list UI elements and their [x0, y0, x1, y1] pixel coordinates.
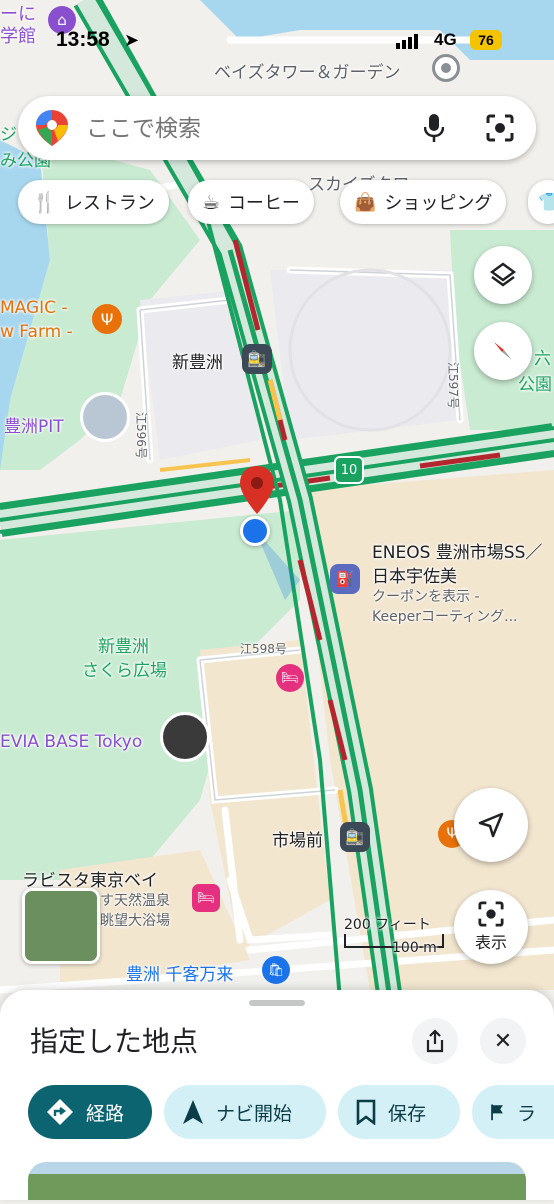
chip-shopping[interactable]: 👜 ショッピング [340, 180, 507, 224]
gas-station-icon[interactable]: ⛽ [330, 564, 360, 594]
map-label-hotel-detail: す天然温泉 [100, 893, 170, 909]
lens-camera-icon [478, 901, 504, 927]
network-type: 4G [434, 30, 457, 49]
map-label-building: ベイズタワー＆ガーデン [214, 63, 401, 83]
shopping-bag-icon[interactable]: 🛍 [262, 956, 290, 984]
save-button[interactable]: 保存 [338, 1085, 460, 1139]
show-label: 表示 [474, 933, 507, 952]
scale-meters: 100 m [392, 940, 437, 956]
map-label-road: 江598号 [240, 642, 287, 656]
map-label-gas-station-detail: クーポンを表示 - [372, 589, 480, 605]
place-pin-icon[interactable] [432, 54, 460, 82]
photo-trees [28, 1174, 526, 1200]
map-label-park: 公園 [518, 375, 552, 395]
map-label-restaurant: MAGIC - [0, 298, 68, 318]
shopping-bag-icon: 👜 [354, 191, 377, 213]
close-button[interactable]: ✕ [480, 1018, 526, 1064]
navigation-arrow-icon [183, 1100, 203, 1124]
lens-camera-icon[interactable] [484, 112, 516, 144]
compass-button[interactable] [474, 322, 532, 380]
map-label-gas-station: 日本宇佐美 [372, 567, 457, 587]
map-label-poi: 学館 [0, 26, 36, 47]
search-bar[interactable] [18, 96, 536, 160]
map-label-poi: 豊洲PIT [4, 417, 64, 437]
signal-icon [396, 34, 418, 49]
my-location-button[interactable] [454, 788, 528, 862]
start-navigation-label: ナビ開始 [216, 1102, 293, 1125]
place-photo-thumbnail[interactable] [80, 392, 130, 442]
directions-button[interactable]: 経路 [28, 1085, 152, 1139]
map-label-road: 江596号 [134, 412, 148, 459]
label-button-text: ラ [516, 1102, 536, 1125]
close-icon: ✕ [493, 1028, 513, 1054]
sheet-drag-handle[interactable] [249, 1000, 305, 1006]
directions-icon [47, 1099, 73, 1125]
chip-label: レストラン [64, 193, 155, 214]
battery-indicator: 76 [470, 30, 502, 50]
status-time: 13:58 [56, 28, 110, 51]
chip-label: ショッピング [384, 193, 493, 214]
map-label-station: 市場前 [272, 831, 323, 851]
share-icon [426, 1029, 444, 1053]
scale-feet: 200 フィート [344, 917, 431, 933]
location-arrow-icon: ➤ [124, 30, 140, 51]
map-label-shopping: 豊洲 千客万来 [126, 965, 234, 985]
map-label-park: ジ [0, 125, 17, 145]
navigation-arrow-icon [478, 812, 504, 838]
chip-coffee[interactable]: ☕ コーヒー [188, 180, 314, 224]
chip-label: コーヒー [227, 193, 300, 214]
search-input[interactable] [84, 108, 408, 150]
map-label-poi: EVIA BASE Tokyo [0, 732, 143, 752]
microphone-icon[interactable] [418, 112, 450, 144]
directions-label: 経路 [86, 1102, 125, 1125]
save-label: 保存 [388, 1102, 427, 1125]
map-label-gas-station-detail: Keeperコーティング... [372, 609, 518, 625]
map-label-station: 新豊洲 [172, 353, 223, 373]
station-icon[interactable]: 🚉 [242, 344, 272, 374]
shirt-icon: 👕 [538, 191, 554, 213]
flag-icon [491, 1104, 503, 1121]
map-label-gas-station: ENEOS 豊洲市場SS／ [372, 543, 543, 563]
map-label-park: 新豊洲 [98, 637, 149, 657]
restaurant-icon[interactable]: Ψ [92, 304, 122, 334]
street-view-thumbnail[interactable] [22, 888, 100, 964]
place-title: 指定した地点 [30, 1025, 199, 1058]
fork-knife-icon: 🍴 [32, 190, 57, 214]
layers-icon [489, 262, 517, 287]
compass-icon [494, 342, 512, 360]
current-location-dot [240, 516, 270, 546]
maps-logo-icon [36, 110, 68, 146]
station-icon[interactable]: 🚉 [340, 822, 370, 852]
map-label-road: 江597号 [446, 362, 460, 409]
map-label-hotel-detail: 眺望大浴場 [100, 913, 170, 929]
label-button[interactable]: ラ [472, 1085, 554, 1139]
place-photo-preview[interactable] [28, 1162, 526, 1200]
start-navigation-button[interactable]: ナビ開始 [164, 1085, 326, 1139]
map-label-park: 六 [534, 349, 551, 369]
map-label-restaurant: w Farm - [0, 322, 73, 342]
chip-restaurant[interactable]: 🍴 レストラン [18, 180, 169, 224]
share-button[interactable] [412, 1018, 458, 1064]
coffee-cup-icon: ☕ [202, 190, 220, 214]
layers-button[interactable] [474, 246, 532, 304]
hotel-icon[interactable]: 🛏 [276, 664, 304, 692]
place-photo-thumbnail[interactable] [160, 712, 210, 762]
hotel-icon[interactable]: 🛏 [192, 884, 220, 912]
map-label-park: さくら広場 [82, 661, 167, 681]
lens-show-button[interactable]: 表示 [454, 890, 528, 964]
dropped-pin-icon[interactable] [240, 466, 274, 514]
bookmark-icon [356, 1099, 376, 1125]
route-shield: 10 [334, 456, 364, 484]
